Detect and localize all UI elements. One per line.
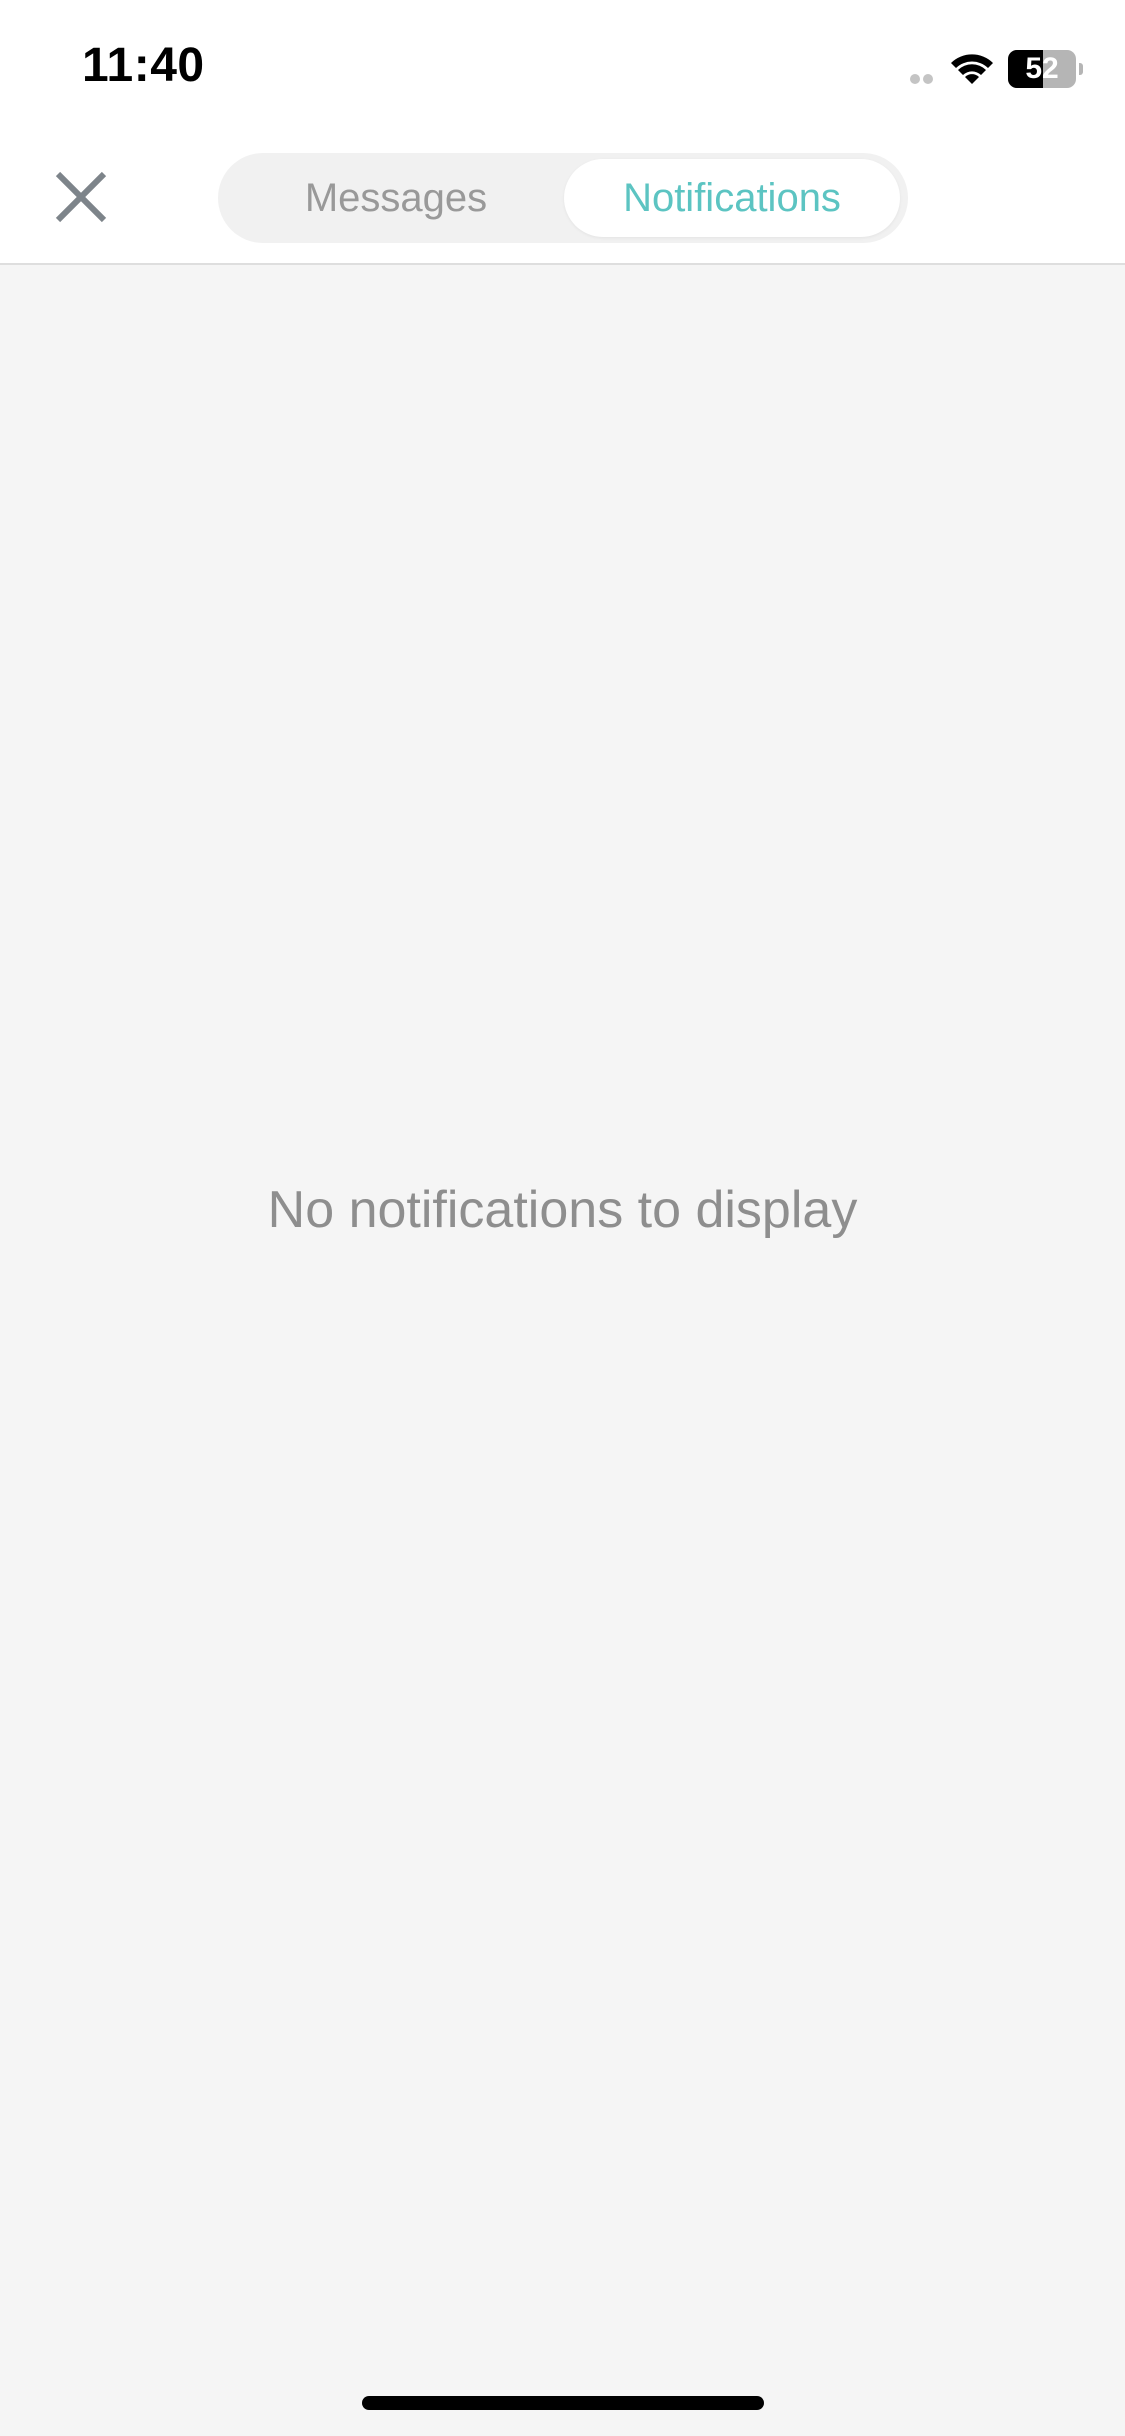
battery-level: 52 <box>1025 52 1059 85</box>
signal-icon <box>910 74 934 86</box>
tab-messages[interactable]: Messages <box>226 159 566 237</box>
battery-tip <box>1079 63 1083 75</box>
empty-state-message: No notifications to display <box>267 1181 858 1239</box>
status-time: 11:40 <box>82 39 205 92</box>
battery-body: 52 <box>1008 50 1076 88</box>
tab-notifications[interactable]: Notifications <box>564 159 900 237</box>
status-bar: 11:40 52 <box>0 0 1125 140</box>
segmented-control: Messages Notifications <box>218 153 908 243</box>
battery-icon: 52 <box>1008 50 1084 88</box>
close-button[interactable] <box>50 166 112 228</box>
header: Messages Notifications <box>0 140 1125 265</box>
close-icon <box>55 171 107 223</box>
home-indicator[interactable] <box>362 2396 764 2410</box>
wifi-icon <box>951 54 993 84</box>
